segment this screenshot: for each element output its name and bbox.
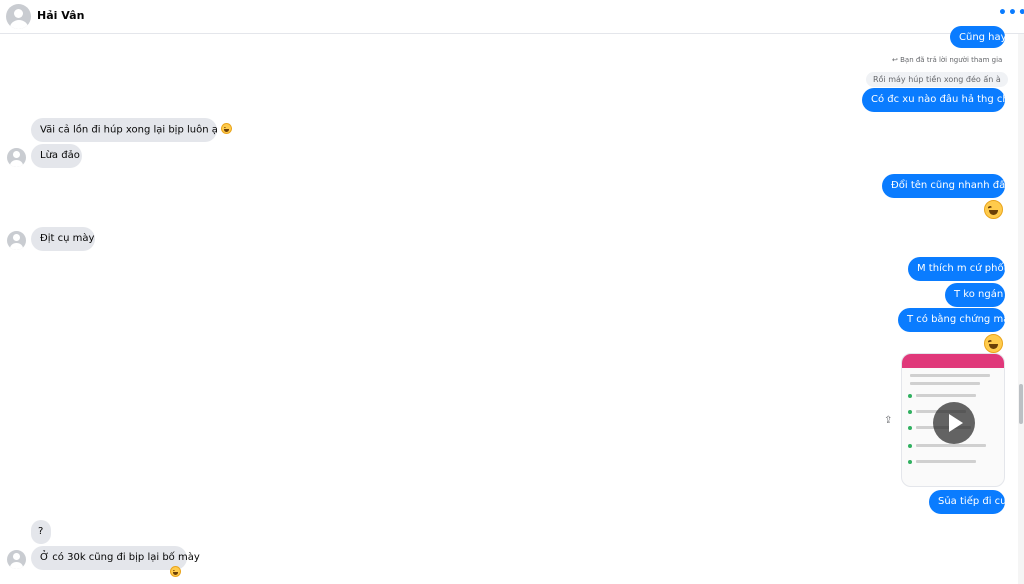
video-thumbnail-dot	[908, 410, 912, 414]
message-outgoing[interactable]: M thích m cứ phốt	[908, 257, 1008, 281]
contact-name[interactable]: Hải Vân	[37, 9, 84, 22]
reply-meta: ↩ Bạn đã trả lời người tham gia	[892, 56, 1002, 64]
video-thumbnail-line	[916, 460, 976, 463]
quoted-text: Rồi máy húp tiền xong đéo ấn à	[873, 75, 1001, 84]
quoted-message[interactable]: Rồi máy húp tiền xong đéo ấn à	[866, 72, 1008, 87]
play-icon[interactable]	[933, 402, 975, 444]
sender-avatar[interactable]	[7, 231, 26, 250]
scrollbar[interactable]	[1018, 34, 1024, 584]
message-text: Đổi tên cũng nhanh đấy	[891, 180, 1012, 191]
laughing-emoji-icon	[170, 566, 181, 577]
message-incoming[interactable]: Địt cụ mày	[31, 227, 95, 251]
reply-arrow-icon: ↩	[892, 56, 898, 64]
video-attachment[interactable]	[901, 353, 1005, 487]
message-outgoing[interactable]: T ko ngán	[945, 283, 1005, 307]
message-text: Lừa đảo	[40, 150, 80, 161]
video-thumbnail-line	[916, 394, 976, 397]
video-thumbnail-line	[910, 374, 990, 377]
scrollbar-thumb[interactable]	[1019, 384, 1023, 424]
message-text: M thích m cứ phốt	[917, 263, 1008, 274]
video-thumbnail-dot	[908, 460, 912, 464]
laughing-emoji-icon[interactable]	[984, 334, 1003, 353]
message-text: Có đc xu nào đâu hả thg chó	[871, 94, 1015, 105]
message-incoming[interactable]: Lừa đảo	[31, 144, 82, 168]
message-text: T có bằng chứng mà	[907, 314, 1010, 325]
message-text: Địt cụ mày	[40, 233, 95, 244]
message-text: Vãi cả lồn đi húp xong lại bịp luôn ạ	[40, 124, 218, 136]
message-outgoing[interactable]: T có bằng chứng mà	[898, 308, 1009, 332]
video-thumbnail-dot	[908, 426, 912, 430]
message-text: T ko ngán	[954, 289, 1004, 300]
sender-avatar[interactable]	[7, 148, 26, 167]
laughing-emoji-icon	[221, 123, 233, 134]
message-text: Cũng hay	[959, 32, 1007, 43]
message-incoming[interactable]: Vãi cả lồn đi húp xong lại bịp luôn ạ	[31, 118, 233, 142]
video-thumbnail-dot	[908, 394, 912, 398]
message-text: Ở có 30k cũng đi bịp lại bố mày	[40, 552, 200, 563]
message-outgoing[interactable]: Sủa tiếp đi cu	[929, 490, 1007, 514]
message-text: ?	[38, 526, 44, 537]
chat-header: Hải Vân •••	[0, 0, 1024, 34]
reply-meta-text: Bạn đã trả lời người tham gia	[900, 56, 1003, 64]
share-icon[interactable]: ⇪	[884, 415, 894, 427]
video-thumbnail-header	[902, 354, 1004, 368]
contact-avatar[interactable]	[6, 4, 31, 29]
message-incoming[interactable]: ?	[31, 520, 51, 544]
message-outgoing[interactable]: Có đc xu nào đâu hả thg chó	[862, 88, 1015, 112]
message-text: Sủa tiếp đi cu	[938, 496, 1007, 507]
video-thumbnail-line	[910, 382, 980, 385]
message-incoming[interactable]: Ở có 30k cũng đi bịp lại bố mày	[31, 546, 200, 570]
laughing-emoji-icon[interactable]	[984, 200, 1003, 219]
message-outgoing[interactable]: Cũng hay	[950, 26, 1007, 48]
more-dots-icon[interactable]: •••	[998, 6, 1024, 24]
message-outgoing[interactable]: Đổi tên cũng nhanh đấy	[882, 174, 1011, 198]
sender-avatar[interactable]	[7, 550, 26, 569]
video-thumbnail-line	[916, 444, 986, 447]
video-thumbnail-dot	[908, 444, 912, 448]
